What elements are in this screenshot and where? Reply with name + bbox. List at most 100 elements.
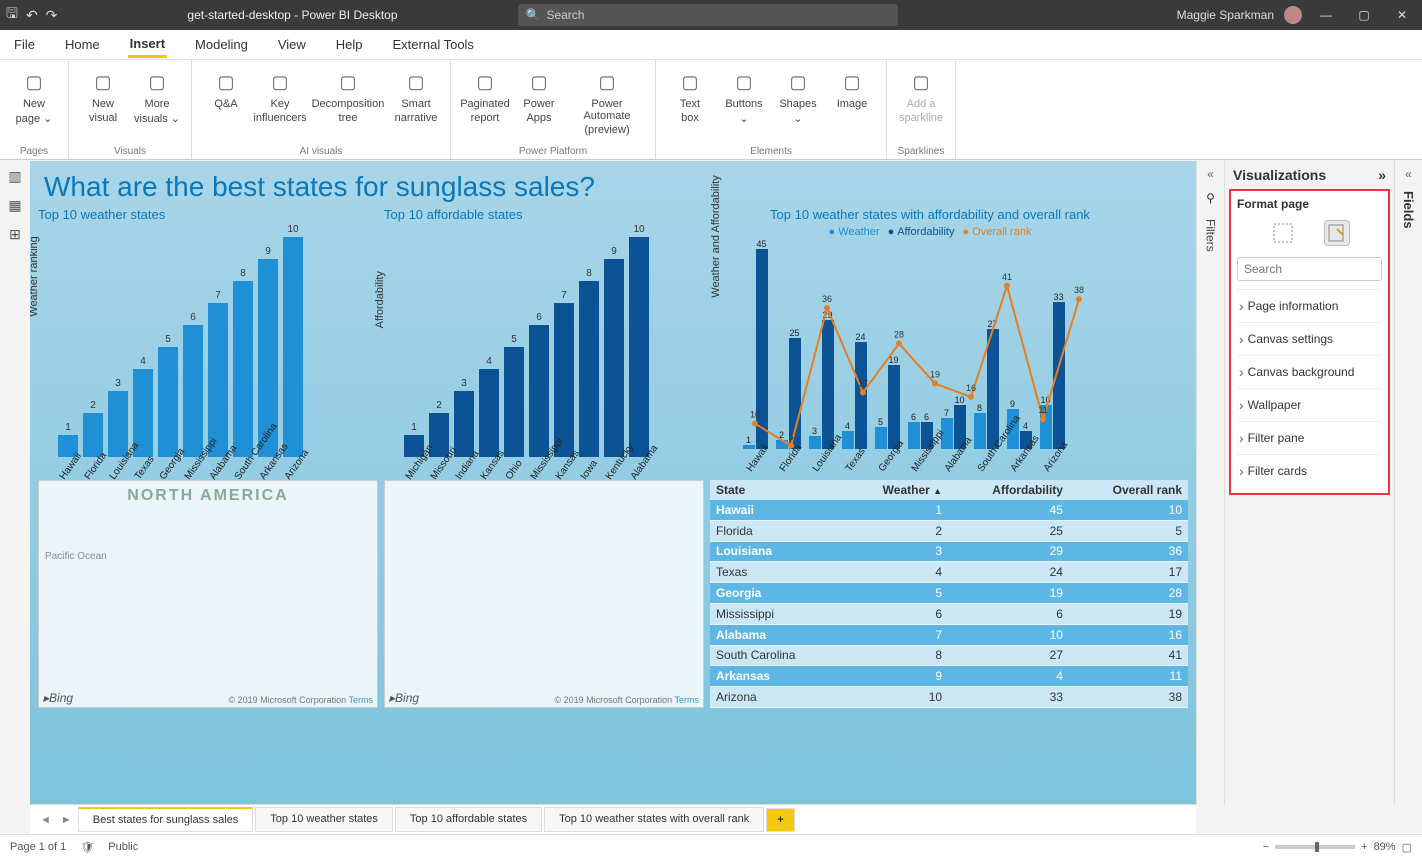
bar-florida[interactable]: 2Florida <box>83 400 103 476</box>
filters-pane-collapsed[interactable]: « ⚲ Filters <box>1196 161 1224 804</box>
bar-hawaii[interactable]: 1Hawaii <box>58 422 78 476</box>
table-row[interactable]: Florida2255 <box>710 520 1188 541</box>
ribbon-btn-smart[interactable]: ▢Smartnarrative <box>390 64 442 144</box>
col-weather[interactable]: Weather ▲ <box>844 480 948 500</box>
table-row[interactable]: Arkansas9411 <box>710 666 1188 687</box>
combo-col-louisiana[interactable]: 329Louisiana <box>806 310 836 468</box>
chart-combo[interactable]: Top 10 weather states with affordability… <box>720 207 1140 476</box>
zoom-out[interactable]: − <box>1263 841 1269 853</box>
expand-filters-icon[interactable]: « <box>1207 167 1214 181</box>
chart-affordable-states[interactable]: Top 10 affordable states Affordability 1… <box>384 207 714 476</box>
zoom-slider[interactable] <box>1275 845 1355 849</box>
close-button[interactable]: ✕ <box>1388 8 1416 22</box>
col-state[interactable]: State <box>710 480 844 500</box>
sensitivity-label[interactable]: Public <box>108 841 138 853</box>
viz-section-page-information[interactable]: Page information <box>1237 289 1382 322</box>
viz-section-filter-pane[interactable]: Filter pane <box>1237 421 1382 454</box>
table-row[interactable]: Alabama71016 <box>710 624 1188 645</box>
menu-tab-file[interactable]: File <box>12 33 37 56</box>
viz-section-wallpaper[interactable]: Wallpaper <box>1237 388 1382 421</box>
viz-search-input[interactable] <box>1237 257 1382 281</box>
ribbon-btn-power-automate[interactable]: ▢Power Automate(preview) <box>567 64 647 144</box>
avatar[interactable] <box>1284 6 1302 24</box>
bar-south-carolina[interactable]: 8South Carolina <box>233 268 253 476</box>
viz-section-filter-cards[interactable]: Filter cards <box>1237 454 1382 487</box>
table-row[interactable]: Georgia51928 <box>710 583 1188 604</box>
map-us-states[interactable]: ▸Bing © 2019 Microsoft Corporation Terms <box>384 480 704 708</box>
table-row[interactable]: Hawaii14510 <box>710 500 1188 520</box>
combo-col-mississippi[interactable]: 66Mississippi <box>905 412 935 468</box>
bar-kansas[interactable]: 4Kansas <box>479 356 499 476</box>
bar-michigan[interactable]: 1Michigan <box>404 422 424 476</box>
page-tab-0[interactable]: Best states for sunglass sales <box>78 807 254 832</box>
zoom-level[interactable]: 89% <box>1374 841 1396 853</box>
menu-tab-home[interactable]: Home <box>63 33 102 56</box>
map-north-america[interactable]: NORTH AMERICA Pacific Ocean ▸Bing © 2019… <box>38 480 378 708</box>
save-icon[interactable]: 🖫 <box>6 3 18 27</box>
menu-tab-view[interactable]: View <box>276 33 308 56</box>
redo-icon[interactable]: ↷ <box>46 7 58 24</box>
fields-pane-collapsed[interactable]: « Fields <box>1394 161 1422 804</box>
undo-icon[interactable]: ↶ <box>26 7 38 24</box>
ribbon-btn-buttons[interactable]: ▢Buttons⌄ <box>718 64 770 144</box>
bar-missouri[interactable]: 2Missouri <box>429 400 449 476</box>
map-terms-link[interactable]: Terms <box>349 695 374 705</box>
col-overall-rank[interactable]: Overall rank <box>1069 480 1188 500</box>
format-page-icon[interactable] <box>1325 221 1349 245</box>
viz-section-canvas-settings[interactable]: Canvas settings <box>1237 322 1382 355</box>
ribbon-btn-new[interactable]: ▢Newpage ⌄ <box>8 64 60 144</box>
combo-col-arizona[interactable]: 1033Arizona <box>1037 292 1067 468</box>
menu-tab-modeling[interactable]: Modeling <box>193 33 250 56</box>
ribbon-btn-more[interactable]: ▢Morevisuals ⌄ <box>131 64 183 144</box>
viz-section-canvas-background[interactable]: Canvas background <box>1237 355 1382 388</box>
map-terms-link-2[interactable]: Terms <box>675 695 700 705</box>
bar-georgia[interactable]: 5Georgia <box>158 334 178 476</box>
page-nav-prev[interactable]: ◄ <box>36 814 55 826</box>
zoom-in[interactable]: + <box>1361 841 1367 853</box>
table-row[interactable]: Arizona103338 <box>710 687 1188 708</box>
menu-tab-external-tools[interactable]: External Tools <box>391 33 476 56</box>
bar-alabama[interactable]: 10Alabama <box>629 224 649 476</box>
ribbon-btn-text[interactable]: ▢Textbox <box>664 64 716 144</box>
ribbon-btn-key[interactable]: ▢Keyinfluencers <box>254 64 306 144</box>
report-view-icon[interactable]: ▥ <box>8 168 21 185</box>
table-row[interactable]: South Carolina82741 <box>710 645 1188 666</box>
model-view-icon[interactable]: ⊞ <box>9 226 21 243</box>
fit-page-icon[interactable]: ▢ <box>1402 841 1412 854</box>
combo-col-florida[interactable]: 225Florida <box>773 328 803 468</box>
bar-indiana[interactable]: 3Indiana <box>454 378 474 476</box>
page-tab-2[interactable]: Top 10 affordable states <box>395 807 542 832</box>
bar-texas[interactable]: 4Texas <box>133 356 153 476</box>
page-nav-next[interactable]: ► <box>57 814 76 826</box>
bar-ohio[interactable]: 5Ohio <box>504 334 524 476</box>
page-tab-1[interactable]: Top 10 weather states <box>255 807 393 832</box>
search-box[interactable]: 🔍 Search <box>518 4 898 26</box>
ribbon-btn-paginated[interactable]: ▢Paginatedreport <box>459 64 511 144</box>
format-report-icon[interactable] <box>1271 221 1295 245</box>
combo-col-south-carolina[interactable]: 827South Carolina <box>971 319 1001 468</box>
minimize-button[interactable]: — <box>1312 8 1340 22</box>
expand-fields-icon[interactable]: « <box>1405 167 1412 181</box>
combo-col-texas[interactable]: 424Texas <box>839 332 869 468</box>
menu-tab-insert[interactable]: Insert <box>128 32 167 58</box>
ribbon-btn-image[interactable]: ▢Image <box>826 64 878 144</box>
bar-kentucky[interactable]: 9Kentucky <box>604 246 624 476</box>
add-page-button[interactable]: + <box>766 808 794 832</box>
ribbon-btn-shapes[interactable]: ▢Shapes⌄ <box>772 64 824 144</box>
table-row[interactable]: Louisiana32936 <box>710 541 1188 562</box>
ribbon-btn-decomposition[interactable]: ▢Decompositiontree <box>308 64 388 144</box>
combo-col-hawaii[interactable]: 145Hawaii <box>740 239 770 468</box>
col-affordability[interactable]: Affordability <box>948 480 1069 500</box>
data-view-icon[interactable]: ▦ <box>8 197 21 214</box>
bar-louisiana[interactable]: 3Louisiana <box>108 378 128 476</box>
report-canvas[interactable]: What are the best states for sunglass sa… <box>30 161 1196 804</box>
bar-arizona[interactable]: 10Arizona <box>283 224 303 476</box>
state-table[interactable]: StateWeather ▲AffordabilityOverall rank … <box>710 480 1188 708</box>
menu-tab-help[interactable]: Help <box>334 33 365 56</box>
table-row[interactable]: Mississippi6619 <box>710 603 1188 624</box>
ribbon-btn-q&a[interactable]: ▢Q&A <box>200 64 252 144</box>
maximize-button[interactable]: ▢ <box>1350 8 1378 22</box>
combo-col-georgia[interactable]: 519Georgia <box>872 355 902 468</box>
chart-weather-states[interactable]: Top 10 weather states Weather ranking 1H… <box>38 207 378 476</box>
ribbon-btn-power[interactable]: ▢PowerApps <box>513 64 565 144</box>
